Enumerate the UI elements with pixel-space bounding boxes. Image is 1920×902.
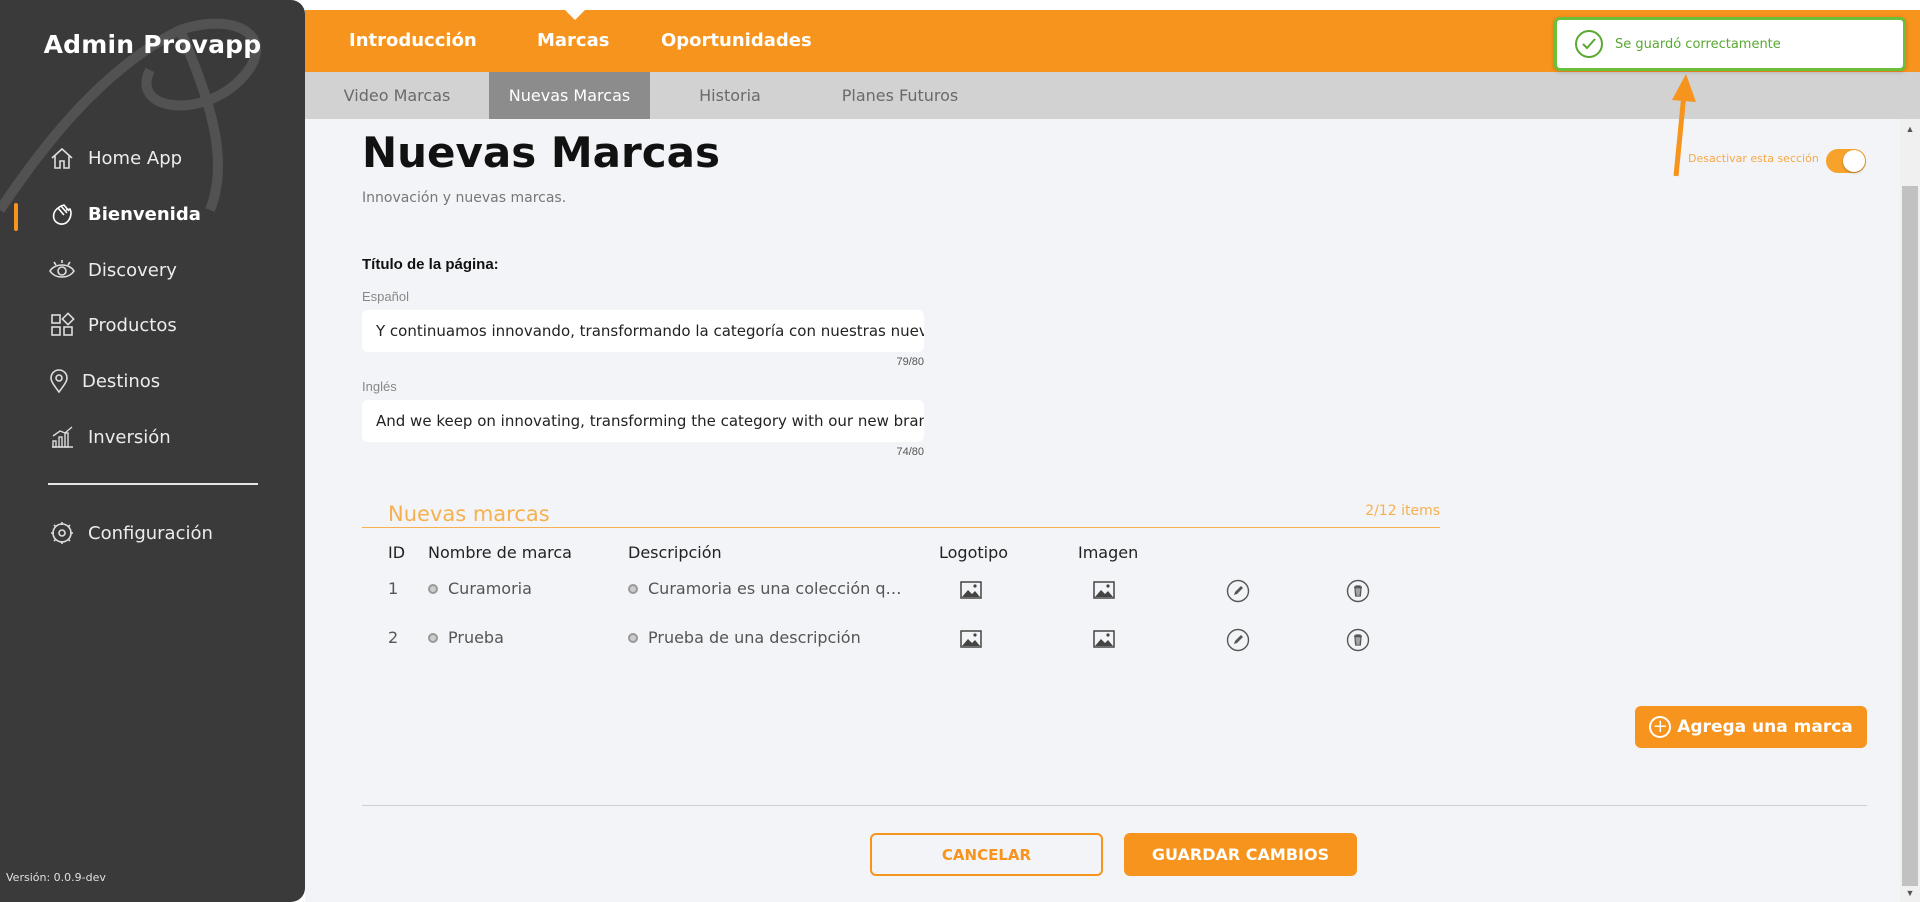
page-title: Nuevas Marcas xyxy=(362,128,720,177)
check-circle-icon xyxy=(1575,30,1603,58)
active-tab-caret-icon xyxy=(565,10,585,20)
sidebar-item-discovery[interactable]: Discovery xyxy=(48,253,177,287)
row-name: Prueba xyxy=(428,628,504,647)
sidebar-item-inversion[interactable]: Inversión xyxy=(48,420,171,454)
tab-introduccion[interactable]: Introducción xyxy=(349,10,477,72)
eye-icon xyxy=(48,256,76,284)
language-dot-icon xyxy=(628,583,638,594)
row-description: Curamoria es una colección q… xyxy=(628,579,902,598)
row-description: Prueba de una descripción xyxy=(628,628,861,647)
sidebar-item-label: Productos xyxy=(88,314,177,336)
sidebar-item-label: Inversión xyxy=(88,426,171,448)
scroll-down-icon[interactable]: ▼ xyxy=(1904,888,1916,898)
row-name: Curamoria xyxy=(428,579,532,598)
language-dot-icon xyxy=(628,632,638,643)
row-description-text: Prueba de una descripción xyxy=(648,628,861,647)
row-name-text: Curamoria xyxy=(448,579,532,598)
page-title-field-heading: Título de la página: xyxy=(362,256,499,273)
products-grid-icon xyxy=(48,311,76,339)
english-title-input[interactable]: And we keep on innovating, transforming … xyxy=(362,400,924,442)
row-id: 2 xyxy=(388,628,399,647)
sidebar-item-label: Bienvenida xyxy=(88,203,201,225)
brands-count: 2/12 items xyxy=(1365,503,1440,519)
gear-icon xyxy=(48,519,76,547)
brands-section-title: Nuevas marcas xyxy=(388,502,550,526)
toggle-knob xyxy=(1843,150,1865,172)
logo-image-icon[interactable] xyxy=(959,578,983,602)
image-picture-icon[interactable] xyxy=(1092,627,1116,651)
row-id: 1 xyxy=(388,579,399,598)
footer-divider xyxy=(362,805,1867,806)
app-brand: Admin Provapp xyxy=(43,30,262,59)
sidebar-item-bienvenida[interactable]: Bienvenida xyxy=(48,197,201,231)
sidebar-item-configuracion[interactable]: Configuración xyxy=(48,516,213,550)
column-header-logo: Logotipo xyxy=(939,543,1009,562)
home-icon xyxy=(48,144,76,172)
subtab-video-marcas[interactable]: Video Marcas xyxy=(305,72,489,119)
sidebar-item-label: Destinos xyxy=(82,370,161,392)
success-toast: Se guardó correctamente xyxy=(1554,17,1906,71)
sidebar: Admin Provapp Home App Bienvenida Discov… xyxy=(0,0,305,902)
page-subtitle: Innovación y nuevas marcas. xyxy=(362,190,567,206)
subtab-historia[interactable]: Historia xyxy=(650,72,810,119)
spanish-title-input[interactable]: Y continuamos innovando, transformando l… xyxy=(362,310,924,352)
delete-trash-icon[interactable] xyxy=(1346,579,1370,603)
column-header-description: Descripción xyxy=(628,543,722,562)
tab-oportunidades[interactable]: Oportunidades xyxy=(661,10,812,72)
column-header-id: ID xyxy=(388,543,406,562)
logo-image-icon[interactable] xyxy=(959,627,983,651)
bar-chart-icon xyxy=(48,423,76,451)
english-char-counter: 74/80 xyxy=(896,446,924,458)
sidebar-item-productos[interactable]: Productos xyxy=(48,308,177,342)
image-picture-icon[interactable] xyxy=(1092,578,1116,602)
add-brand-button[interactable]: + Agrega una marca xyxy=(1635,706,1867,748)
sidebar-item-home-app[interactable]: Home App xyxy=(48,141,182,175)
save-changes-button[interactable]: GUARDAR CAMBIOS xyxy=(1124,833,1357,876)
cancel-button[interactable]: CANCELAR xyxy=(870,833,1103,876)
map-pin-icon xyxy=(48,367,70,395)
sidebar-item-destinos[interactable]: Destinos xyxy=(48,364,160,398)
brands-section-divider xyxy=(362,527,1440,528)
edit-pencil-icon[interactable] xyxy=(1226,579,1250,603)
app-version: Versión: 0.0.9-dev xyxy=(6,871,106,884)
plus-icon: + xyxy=(1649,716,1672,738)
spanish-label: Español xyxy=(362,289,409,304)
sidebar-divider xyxy=(48,483,258,485)
app-root: { "sidebar": { "brand": "Admin Provapp",… xyxy=(0,0,1920,902)
add-brand-label: Agrega una marca xyxy=(1677,717,1853,737)
waving-hand-icon xyxy=(48,200,76,228)
language-dot-icon xyxy=(428,632,438,643)
delete-trash-icon[interactable] xyxy=(1346,628,1370,652)
active-indicator xyxy=(14,203,18,231)
column-header-image: Imagen xyxy=(1078,543,1139,562)
sidebar-item-label: Configuración xyxy=(88,522,213,544)
toast-message: Se guardó correctamente xyxy=(1615,36,1781,52)
column-header-name: Nombre de marca xyxy=(428,543,572,562)
row-name-text: Prueba xyxy=(448,628,504,647)
scroll-up-icon[interactable]: ▲ xyxy=(1904,124,1916,134)
english-label: Inglés xyxy=(362,379,397,394)
scrollbar-thumb[interactable] xyxy=(1902,186,1918,886)
row-description-text: Curamoria es una colección q… xyxy=(648,579,902,598)
section-toggle[interactable] xyxy=(1826,149,1866,173)
sidebar-item-label: Discovery xyxy=(88,259,177,281)
subtab-planes-futuros[interactable]: Planes Futuros xyxy=(810,72,990,119)
annotation-arrow-icon xyxy=(1672,74,1696,177)
subtab-nuevas-marcas[interactable]: Nuevas Marcas xyxy=(489,72,650,119)
sidebar-item-label: Home App xyxy=(88,147,183,169)
section-toggle-label: Desactivar esta sección xyxy=(1688,152,1819,165)
edit-pencil-icon[interactable] xyxy=(1226,628,1250,652)
spanish-char-counter: 79/80 xyxy=(896,356,924,368)
language-dot-icon xyxy=(428,583,438,594)
